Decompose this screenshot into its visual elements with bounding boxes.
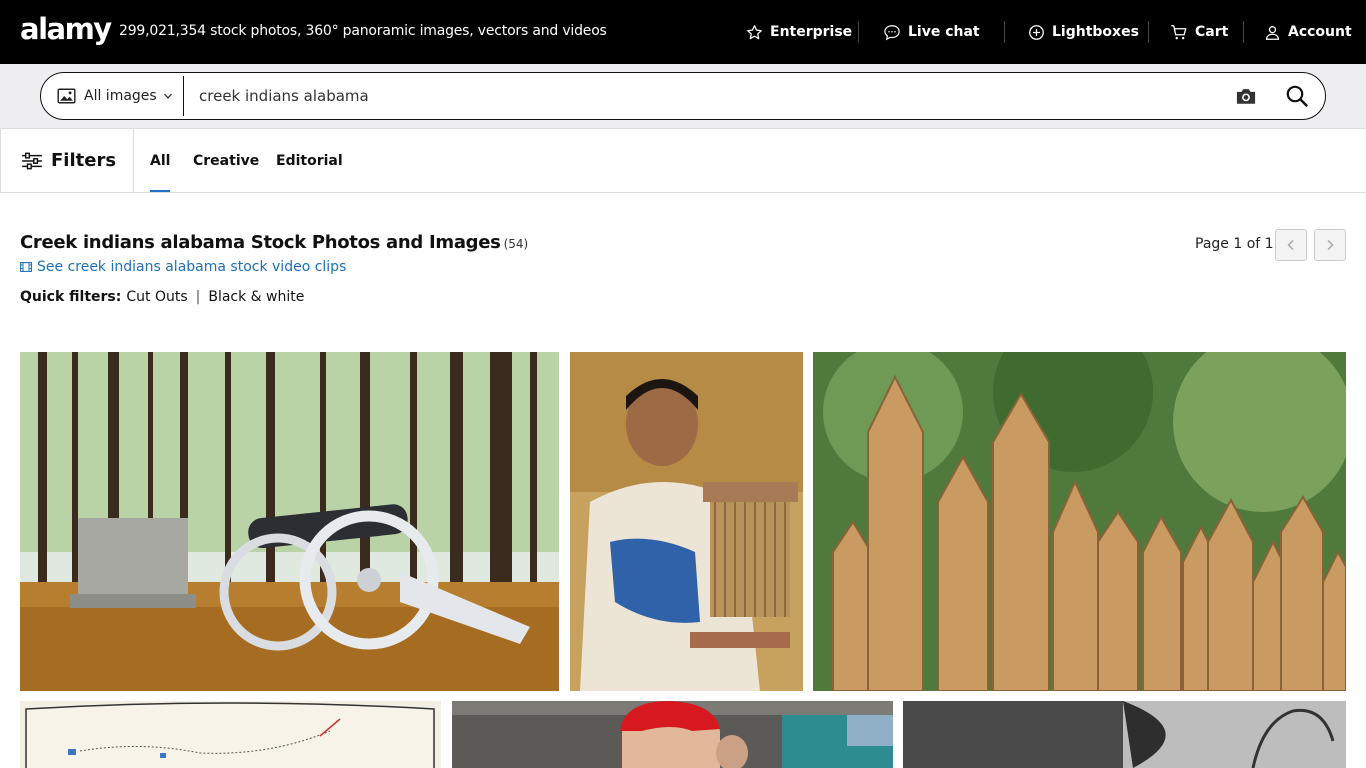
results-count: (54) bbox=[503, 237, 529, 251]
search-band: All images bbox=[0, 64, 1366, 128]
nav-account[interactable]: Account bbox=[1264, 0, 1352, 64]
nav-cart[interactable]: Cart bbox=[1170, 0, 1228, 64]
result-image-man-red-cap[interactable] bbox=[452, 701, 893, 768]
alamy-logo[interactable]: alamy bbox=[20, 12, 112, 46]
quick-filter-cut-outs[interactable]: Cut Outs bbox=[126, 289, 187, 305]
quick-filters-label: Quick filters: bbox=[20, 289, 122, 305]
image-type-dropdown[interactable]: All images bbox=[57, 73, 173, 119]
quick-filters: Quick filters: Cut Outs | Black & white bbox=[20, 289, 304, 305]
nav-separator bbox=[1004, 21, 1005, 43]
quick-filter-separator: | bbox=[195, 289, 201, 305]
nav-live-chat[interactable]: Live chat bbox=[883, 0, 980, 64]
result-image-cannon-monument[interactable] bbox=[20, 352, 559, 691]
search-input[interactable] bbox=[199, 81, 1199, 111]
search-icon[interactable] bbox=[1285, 84, 1309, 112]
sliders-icon bbox=[22, 152, 42, 169]
star-icon bbox=[747, 24, 762, 39]
chevron-left-icon bbox=[1287, 239, 1294, 251]
top-bar: alamy 299,021,354 stock photos, 360° pan… bbox=[0, 0, 1366, 64]
cart-icon bbox=[1171, 24, 1187, 39]
video-clips-label: See creek indians alabama stock video cl… bbox=[37, 259, 347, 275]
search-divider bbox=[183, 76, 184, 116]
search-box: All images bbox=[40, 72, 1326, 120]
next-page-button[interactable] bbox=[1314, 229, 1346, 261]
camera-icon[interactable] bbox=[1235, 86, 1257, 110]
chevron-right-icon bbox=[1327, 239, 1334, 251]
page-info: Page 1 of 1 bbox=[1195, 236, 1274, 252]
chat-icon bbox=[884, 24, 900, 40]
video-clips-link[interactable]: See creek indians alabama stock video cl… bbox=[20, 259, 346, 275]
result-image-wooden-palisade[interactable] bbox=[813, 352, 1346, 691]
tab-all-label: All bbox=[150, 152, 171, 169]
filters-label: Filters bbox=[51, 150, 117, 171]
tab-creative[interactable]: Creative bbox=[193, 129, 259, 192]
results-heading: Creek indians alabama Stock Photos and I… bbox=[20, 232, 528, 253]
tab-creative-label: Creative bbox=[193, 152, 260, 169]
user-icon bbox=[1265, 25, 1280, 40]
chevron-down-icon bbox=[163, 93, 172, 99]
nav-lightboxes-label: Lightboxes bbox=[1052, 24, 1139, 40]
nav-cart-label: Cart bbox=[1195, 24, 1229, 40]
result-image-historic-map[interactable] bbox=[20, 701, 441, 768]
result-image-bw-engraving[interactable] bbox=[903, 701, 1346, 768]
nav-account-label: Account bbox=[1288, 24, 1352, 40]
tab-editorial[interactable]: Editorial bbox=[276, 129, 343, 192]
results-title: Creek indians alabama Stock Photos and I… bbox=[20, 232, 501, 253]
nav-separator bbox=[1148, 21, 1149, 43]
tab-all[interactable]: All bbox=[150, 129, 171, 192]
nav-separator bbox=[858, 21, 859, 43]
nav-enterprise[interactable]: Enterprise bbox=[746, 0, 852, 64]
plus-circle-icon bbox=[1029, 24, 1044, 40]
nav-live-chat-label: Live chat bbox=[908, 24, 980, 40]
filters-button[interactable]: Filters bbox=[0, 129, 134, 192]
tab-editorial-label: Editorial bbox=[276, 152, 343, 169]
result-image-woman-weaving[interactable] bbox=[570, 352, 803, 691]
film-icon bbox=[20, 262, 32, 272]
filter-row: Filters All Creative Editorial bbox=[0, 128, 1366, 193]
nav-enterprise-label: Enterprise bbox=[770, 24, 853, 40]
quick-filter-black-white[interactable]: Black & white bbox=[208, 289, 304, 305]
prev-page-button[interactable] bbox=[1275, 229, 1307, 261]
tagline: 299,021,354 stock photos, 360° panoramic… bbox=[119, 23, 607, 39]
image-icon bbox=[57, 88, 76, 104]
nav-lightboxes[interactable]: Lightboxes bbox=[1028, 0, 1139, 64]
image-type-label: All images bbox=[84, 88, 157, 104]
nav-separator bbox=[1243, 21, 1244, 43]
